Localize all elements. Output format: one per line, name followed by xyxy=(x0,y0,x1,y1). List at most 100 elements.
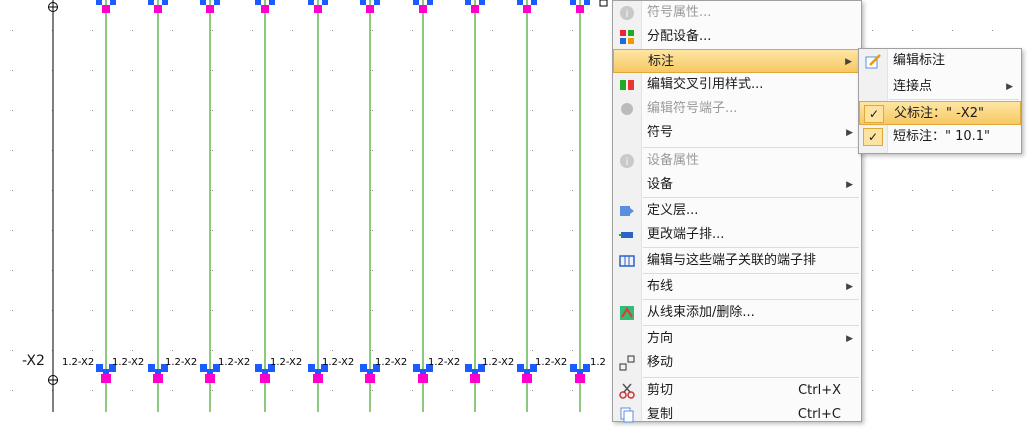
terminal-top-marker xyxy=(471,5,479,13)
corner-box xyxy=(599,0,608,7)
menu-separator xyxy=(643,325,859,326)
terminal-bottom-marker xyxy=(522,374,532,383)
menu-item-sub-1[interactable]: 编辑标注 xyxy=(859,49,1021,73)
terminal-label: 1.2-X2 xyxy=(428,357,460,368)
terminal-top-right xyxy=(374,0,380,5)
menu-item-main-11[interactable]: 编辑与这些端子关联的端子排 xyxy=(613,249,861,273)
menu-item-label: 剪切 xyxy=(647,383,674,398)
info-icon: i xyxy=(619,153,635,169)
menu-item-label: 标注 xyxy=(648,54,675,69)
scissors-icon xyxy=(619,383,635,399)
menu-item-label: 方向 xyxy=(647,331,674,346)
terminal-top-marker xyxy=(261,5,269,13)
menu-separator xyxy=(643,273,859,274)
menu-item-main-8[interactable]: 设备 ▶ xyxy=(613,173,861,197)
menu-item-label: 编辑与这些端子关联的端子排 xyxy=(647,253,817,268)
terminal-label: 1.2 xyxy=(590,357,606,368)
terminal-top-marker xyxy=(366,5,374,13)
terminal-bottom-marker xyxy=(365,374,375,383)
menu-item-label: 定义层... xyxy=(647,203,699,218)
terminal-bottom-stem xyxy=(207,369,213,374)
menu-item-main-17[interactable]: 复制 Ctrl+C xyxy=(613,403,861,427)
menu-item-sub-2[interactable]: 连接点 ▶ xyxy=(859,75,1021,99)
terminal-top-right xyxy=(427,0,433,5)
copy-icon xyxy=(619,407,635,423)
terminal-label: 1.2-X2 xyxy=(218,357,250,368)
shortcut-label: Ctrl+X xyxy=(798,383,841,398)
cross-reference-icon xyxy=(619,77,635,93)
terminal-bottom-stem xyxy=(577,369,583,374)
submenu-arrow-icon: ▶ xyxy=(846,180,853,190)
menu-item-label: 复制 xyxy=(647,407,674,422)
menu-item-label: 设备 xyxy=(647,177,674,192)
menu-item-main-7: i 设备属性 xyxy=(613,149,861,173)
menu-item-label: 编辑标注 xyxy=(893,53,946,68)
terminal-top-right xyxy=(110,0,116,5)
terminal-top-left xyxy=(148,0,154,5)
terminal-bottom-stem xyxy=(420,369,426,374)
terminal-bottom-left xyxy=(255,364,262,372)
terminal-top-left xyxy=(255,0,261,5)
edit-annotation-icon xyxy=(865,53,881,69)
menu-item-main-12[interactable]: 布线 ▶ xyxy=(613,275,861,299)
svg-text:i: i xyxy=(626,9,629,20)
menu-item-main-9[interactable]: 定义层... xyxy=(613,199,861,223)
terminal-strip-edit-icon xyxy=(619,253,635,269)
menu-item-main-6[interactable]: 符号 ▶ xyxy=(613,121,861,145)
terminal-top-marker xyxy=(419,5,427,13)
harness-icon xyxy=(619,305,635,321)
menu-item-main-3[interactable]: 标注 ▶ xyxy=(613,49,861,73)
terminal-bottom-stem xyxy=(315,369,321,374)
annotation-submenu: 编辑标注连接点 ▶ ✓ 父标注：" -X2" ✓ 短标注：" 10.1" xyxy=(858,48,1022,154)
menu-item-sub-4[interactable]: ✓ 短标注：" 10.1" xyxy=(859,125,1021,149)
info-icon: i xyxy=(619,5,635,21)
menu-item-main-14[interactable]: 方向 ▶ xyxy=(613,327,861,351)
symbol-terminal-icon xyxy=(619,101,635,117)
terminal-bottom-stem xyxy=(155,369,161,374)
terminal-bottom-left xyxy=(96,364,103,372)
menu-item-label: 短标注：" 10.1" xyxy=(893,129,991,144)
menu-item-label: 从线束添加/删除... xyxy=(647,305,755,320)
terminal-bottom-left xyxy=(360,364,367,372)
terminal-top-right xyxy=(531,0,537,5)
terminal-top-marker xyxy=(206,5,214,13)
terminal-top-right xyxy=(162,0,168,5)
shortcut-label: Ctrl+C xyxy=(797,407,841,422)
submenu-arrow-icon: ▶ xyxy=(846,128,853,138)
terminal-bottom-left xyxy=(517,364,524,372)
terminal-bottom-marker xyxy=(260,374,270,383)
terminal-top-left xyxy=(413,0,419,5)
left-terminal-label: -X2 xyxy=(22,353,45,369)
terminal-bottom-left xyxy=(465,364,472,372)
menu-item-main-16[interactable]: 剪切 Ctrl+X xyxy=(613,379,861,403)
terminal-bottom-marker xyxy=(101,374,111,383)
menu-item-label: 符号 xyxy=(647,125,674,140)
menu-separator xyxy=(643,147,859,148)
terminal-top-marker xyxy=(102,5,110,13)
terminal-bottom-stem xyxy=(103,369,109,374)
terminal-top-left xyxy=(465,0,471,5)
terminal-label: 1.2-X2 xyxy=(270,357,302,368)
terminal-bottom-left xyxy=(200,364,207,372)
menu-item-main-15[interactable]: 移动 xyxy=(613,351,861,375)
terminal-top-marker xyxy=(523,5,531,13)
terminal-label: 1.2-X2 xyxy=(112,357,144,368)
menu-item-main-4[interactable]: 编辑交叉引用样式... xyxy=(613,73,861,97)
terminal-top-left xyxy=(360,0,366,5)
menu-item-main-5: 编辑符号端子... xyxy=(613,97,861,121)
terminal-top-left xyxy=(96,0,102,5)
menu-separator xyxy=(643,197,859,198)
menu-item-main-10[interactable]: 更改端子排... xyxy=(613,223,861,247)
terminal-strip-icon xyxy=(619,227,635,243)
terminal-top-marker xyxy=(154,5,162,13)
terminal-bottom-stem xyxy=(367,369,373,374)
menu-item-sub-3[interactable]: ✓ 父标注：" -X2" xyxy=(859,101,1021,125)
menu-item-main-2[interactable]: 分配设备... xyxy=(613,25,861,49)
move-icon xyxy=(619,355,635,371)
menu-item-main-13[interactable]: 从线束添加/删除... xyxy=(613,301,861,325)
terminal-label: 1.2-X2 xyxy=(482,357,514,368)
menu-item-label: 符号属性... xyxy=(647,5,712,20)
terminal-bottom-marker xyxy=(470,374,480,383)
terminal-top-right xyxy=(269,0,275,5)
terminal-top-left xyxy=(308,0,314,5)
